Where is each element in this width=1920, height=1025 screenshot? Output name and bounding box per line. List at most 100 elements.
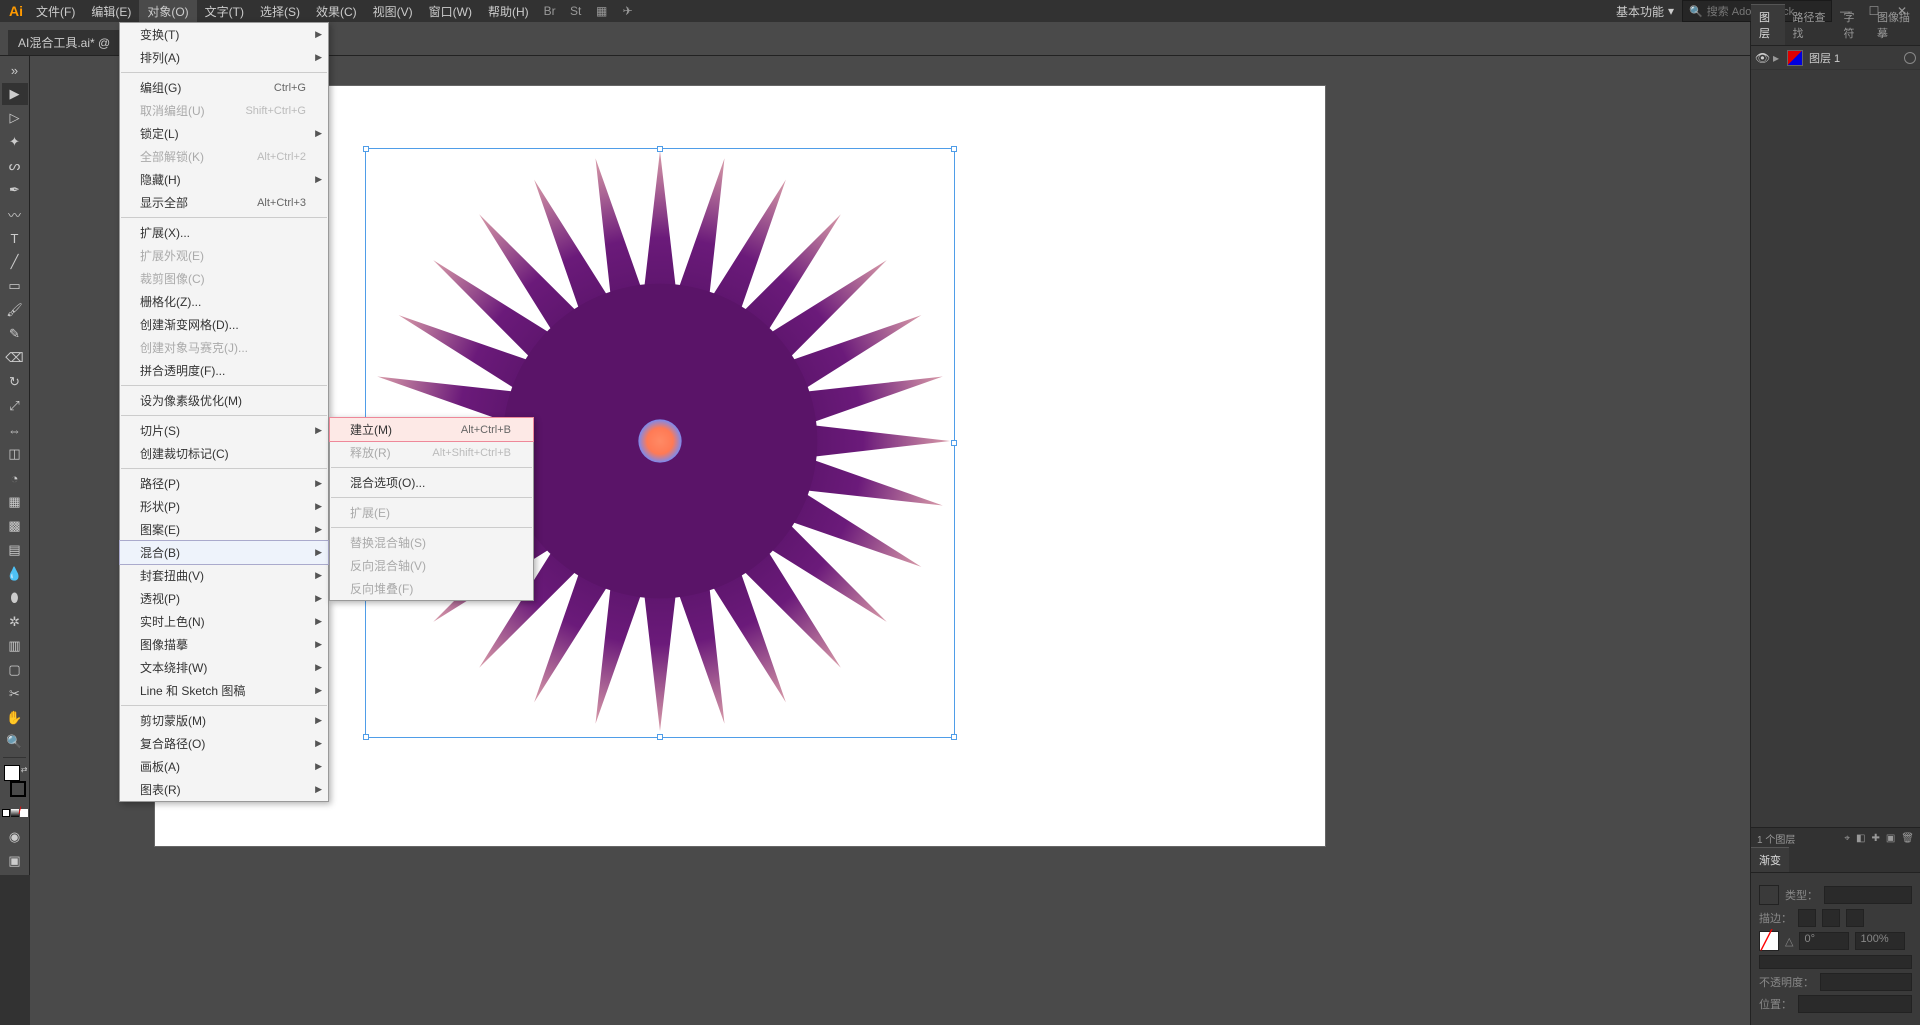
document-tab[interactable]: AI混合工具.ai* @: [8, 30, 120, 55]
line-tool[interactable]: ╱: [2, 251, 28, 273]
stroke-gradient-across[interactable]: [1846, 909, 1864, 927]
scale-tool[interactable]: ⤢: [2, 395, 28, 417]
gradient-ramp[interactable]: [1759, 955, 1912, 969]
menu-item[interactable]: 创建渐变网格(D)...: [120, 313, 328, 336]
selection-handle[interactable]: [363, 146, 369, 152]
selection-tool[interactable]: ▶: [2, 83, 28, 105]
selection-handle[interactable]: [951, 146, 957, 152]
menu-item[interactable]: 透视(P)▶: [120, 587, 328, 610]
layer-row[interactable]: 👁 ▸ 图层 1: [1751, 46, 1920, 70]
tab-layers[interactable]: 图层: [1751, 4, 1785, 45]
draw-mode-normal[interactable]: ◉: [2, 826, 28, 848]
selection-handle[interactable]: [951, 734, 957, 740]
artboard-tool[interactable]: ▢: [2, 659, 28, 681]
menu-help[interactable]: 帮助(H): [480, 0, 537, 23]
menu-object[interactable]: 对象(O): [139, 0, 196, 23]
menu-item[interactable]: 文本绕排(W)▶: [120, 656, 328, 679]
menu-item[interactable]: 画板(A)▶: [120, 755, 328, 778]
menu-view[interactable]: 视图(V): [365, 0, 421, 23]
gradient-type-select[interactable]: [1824, 886, 1912, 904]
eyedropper-tool[interactable]: 💧: [2, 563, 28, 585]
swap-fill-stroke-icon[interactable]: ⇄: [21, 765, 28, 774]
type-tool[interactable]: T: [2, 227, 28, 249]
tab-pathfinder[interactable]: 路径查找: [1785, 5, 1836, 45]
shaper-tool[interactable]: ✎: [2, 323, 28, 345]
slice-tool[interactable]: ✂: [2, 683, 28, 705]
make-clipping-mask-icon[interactable]: ◧: [1856, 833, 1865, 844]
paintbrush-tool[interactable]: 🖌: [2, 299, 28, 321]
rectangle-tool[interactable]: ▭: [2, 275, 28, 297]
direct-selection-tool[interactable]: ▷: [2, 107, 28, 129]
menu-item[interactable]: 封套扭曲(V)▶: [120, 564, 328, 587]
shape-builder-tool[interactable]: ◔: [2, 467, 28, 489]
blend-tool[interactable]: ⬮: [2, 587, 28, 609]
menu-item[interactable]: 设为像素级优化(M): [120, 389, 328, 412]
new-layer-icon[interactable]: ▣: [1886, 833, 1895, 844]
selection-handle[interactable]: [657, 734, 663, 740]
menu-item[interactable]: 拼合透明度(F)...: [120, 359, 328, 382]
selection-handle[interactable]: [363, 734, 369, 740]
layer-target-icon[interactable]: [1904, 52, 1916, 64]
rotate-tool[interactable]: ↻: [2, 371, 28, 393]
gradient-preview-swatch[interactable]: [1759, 885, 1779, 905]
free-transform-tool[interactable]: ◫: [2, 443, 28, 465]
color-mode-toggles[interactable]: /: [2, 802, 28, 824]
expand-layer-icon[interactable]: ▸: [1773, 51, 1787, 65]
menu-item[interactable]: 路径(P)▶: [120, 472, 328, 495]
tab-gradient[interactable]: 渐变: [1751, 847, 1789, 872]
menu-item[interactable]: 图表(R)▶: [120, 778, 328, 801]
stroke-gradient-within[interactable]: [1798, 909, 1816, 927]
menu-item[interactable]: 复合路径(O)▶: [120, 732, 328, 755]
stop-position-input[interactable]: [1798, 995, 1912, 1013]
menu-type[interactable]: 文字(T): [197, 0, 252, 23]
magic-wand-tool[interactable]: ✦: [2, 131, 28, 153]
screen-mode-toggle[interactable]: ▣: [2, 850, 28, 872]
lasso-tool[interactable]: ᔕ: [2, 155, 28, 177]
menu-item[interactable]: 创建裁切标记(C): [120, 442, 328, 465]
column-graph-tool[interactable]: ▥: [2, 635, 28, 657]
stroke-color-swatch[interactable]: [10, 781, 26, 797]
menu-item[interactable]: 实时上色(N)▶: [120, 610, 328, 633]
gradient-angle-input[interactable]: 0°: [1799, 932, 1849, 950]
workspace-switcher[interactable]: 基本功能 ▾: [1608, 1, 1682, 22]
menu-item[interactable]: 剪切蒙版(M)▶: [120, 709, 328, 732]
menu-item[interactable]: 图案(E)▶: [120, 518, 328, 541]
menu-item[interactable]: 隐藏(H)▶: [120, 168, 328, 191]
stock-icon[interactable]: St: [565, 0, 587, 22]
menu-edit[interactable]: 编辑(E): [83, 0, 139, 23]
locate-object-icon[interactable]: ⌖: [1844, 833, 1850, 844]
menu-item[interactable]: 栅格化(Z)...: [120, 290, 328, 313]
menu-item[interactable]: 显示全部Alt+Ctrl+3: [120, 191, 328, 214]
submenu-item[interactable]: 建立(M)Alt+Ctrl+B: [329, 417, 534, 442]
toolbox-collapse-icon[interactable]: »: [2, 59, 28, 81]
visibility-toggle-icon[interactable]: 👁: [1755, 51, 1773, 65]
layer-name[interactable]: 图层 1: [1809, 50, 1904, 66]
menu-item[interactable]: Line 和 Sketch 图稿▶: [120, 679, 328, 702]
curvature-tool[interactable]: 〰: [2, 203, 28, 225]
perspective-grid-tool[interactable]: ▦: [2, 491, 28, 513]
selection-handle[interactable]: [657, 146, 663, 152]
gpu-preview-icon[interactable]: ✈: [617, 0, 639, 22]
menu-item[interactable]: 变换(T)▶: [120, 23, 328, 46]
create-sublayer-icon[interactable]: ✚: [1871, 833, 1879, 844]
menu-item[interactable]: 混合(B)▶: [119, 540, 329, 565]
menu-file[interactable]: 文件(F): [28, 0, 83, 23]
selection-handle[interactable]: [951, 440, 957, 446]
pen-tool[interactable]: ✒: [2, 179, 28, 201]
eraser-tool[interactable]: ⌫: [2, 347, 28, 369]
hand-tool[interactable]: ✋: [2, 707, 28, 729]
menu-item[interactable]: 锁定(L)▶: [120, 122, 328, 145]
symbol-sprayer-tool[interactable]: ✲: [2, 611, 28, 633]
width-tool[interactable]: ⇔: [2, 419, 28, 441]
stroke-gradient-along[interactable]: [1822, 909, 1840, 927]
stop-opacity-input[interactable]: [1820, 973, 1912, 991]
gradient-aspect-input[interactable]: 100%: [1855, 932, 1905, 950]
delete-layer-icon[interactable]: 🗑: [1901, 833, 1914, 844]
menu-window[interactable]: 窗口(W): [421, 0, 480, 23]
arrange-documents-icon[interactable]: ▦: [591, 0, 613, 22]
menu-item[interactable]: 图像描摹▶: [120, 633, 328, 656]
bridge-icon[interactable]: Br: [539, 0, 561, 22]
menu-item[interactable]: 形状(P)▶: [120, 495, 328, 518]
menu-item[interactable]: 扩展(X)...: [120, 221, 328, 244]
fill-stroke-swatch[interactable]: ⇄: [2, 765, 28, 797]
